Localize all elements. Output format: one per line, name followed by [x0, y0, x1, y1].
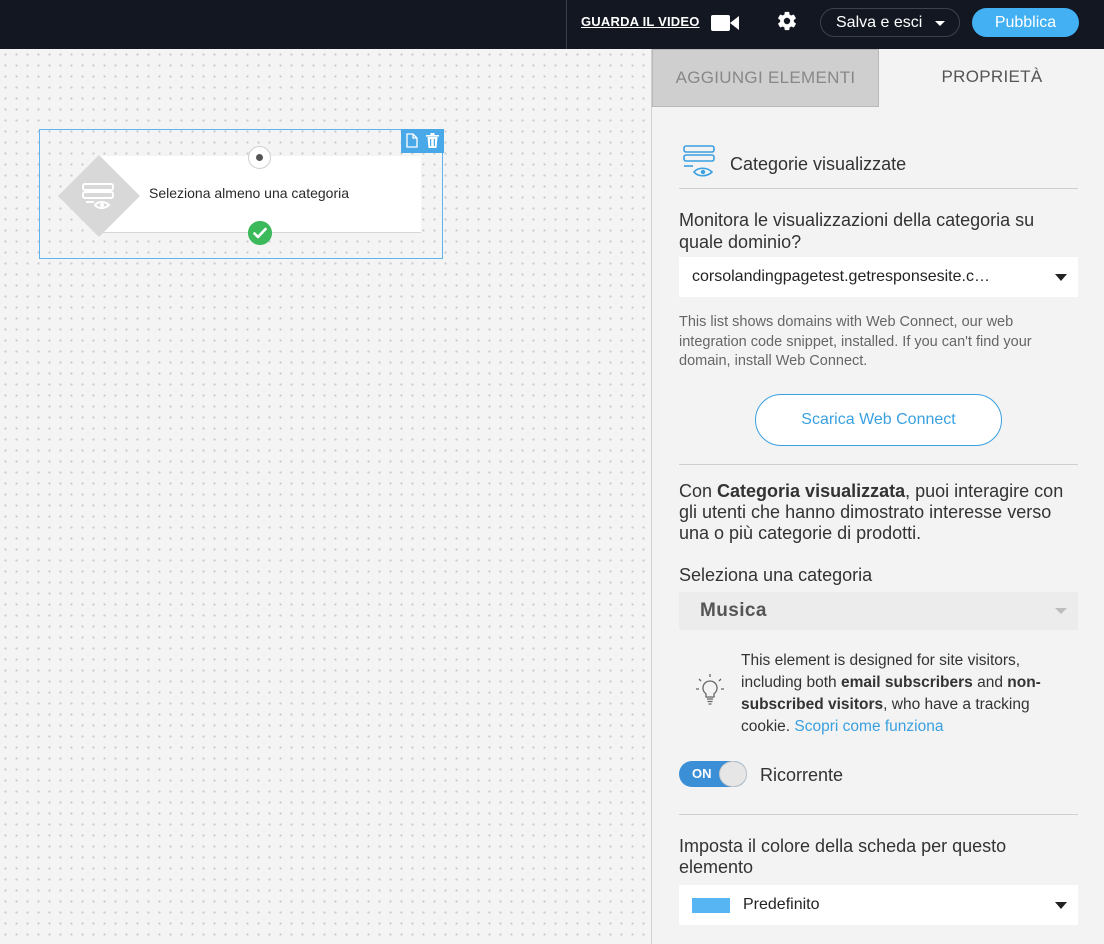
publish-button[interactable]: Pubblica [972, 8, 1079, 37]
check-icon [248, 221, 272, 245]
node-toolbar [401, 129, 444, 153]
category-select[interactable]: Musica [679, 592, 1078, 630]
tab-properties[interactable]: PROPRIETÀ [879, 49, 1104, 107]
toggle-knob [719, 761, 747, 787]
divider [679, 814, 1078, 815]
watch-video-link[interactable]: GUARDA IL VIDEO [581, 14, 700, 29]
top-bar: GUARDA IL VIDEO Salva e esci Pubblica [0, 0, 1104, 49]
recurring-label: Ricorrente [760, 765, 844, 785]
trash-icon[interactable] [426, 133, 439, 148]
divider [679, 464, 1078, 465]
section-title: Categorie visualizzate [730, 154, 907, 174]
download-web-connect-button[interactable]: Scarica Web Connect [755, 394, 1002, 446]
caret-down-icon [1055, 902, 1067, 909]
properties-panel: AGGIUNGI ELEMENTI PROPRIETÀ Categorie vi… [651, 49, 1104, 944]
domain-select-value: corsolandingpagetest.getresponsesite.c… [692, 268, 990, 285]
save-and-exit-button[interactable]: Salva e esci [820, 8, 960, 37]
info-part: and [972, 674, 1008, 691]
caret-down-icon [1055, 274, 1067, 281]
tab-add-elements[interactable]: AGGIUNGI ELEMENTI [652, 49, 879, 107]
tab-color-select[interactable]: Predefinito [679, 885, 1078, 925]
description-bold: Categoria visualizzata [717, 481, 906, 501]
workflow-canvas[interactable]: Seleziona almeno una categoria [0, 49, 651, 944]
recurring-toggle[interactable]: ON [679, 761, 747, 787]
color-label: Imposta il colore della scheda per quest… [679, 836, 1007, 877]
learn-more-link[interactable]: Scopri come funziona [794, 718, 943, 735]
lightbulb-icon [696, 674, 724, 705]
divider [679, 188, 1078, 189]
category-view-icon [82, 183, 114, 209]
color-select-value: Predefinito [743, 896, 820, 913]
gear-icon[interactable] [776, 10, 798, 32]
topbar-divider [566, 0, 567, 49]
category-view-icon [683, 145, 715, 177]
domain-select[interactable]: corsolandingpagetest.getresponsesite.c… [679, 257, 1078, 297]
domain-help-text: This list shows domains with Web Connect… [679, 314, 1032, 369]
element-description: Con Categoria visualizzata, puoi interag… [679, 481, 1084, 544]
info-bold: email subscribers [840, 674, 973, 691]
node-input-connector[interactable] [248, 146, 271, 169]
info-text: This element is designed for site visito… [741, 650, 1061, 738]
category-label: Seleziona una categoria [679, 565, 873, 585]
chevron-down-icon [935, 21, 945, 26]
toggle-state-label: ON [692, 766, 712, 781]
node-label: Seleziona almeno una categoria [149, 185, 350, 201]
save-and-exit-label: Salva e esci [836, 14, 923, 31]
category-select-value: Musica [700, 600, 767, 621]
color-swatch [692, 898, 730, 913]
description-prefix: Con [679, 481, 718, 501]
copy-icon[interactable] [406, 133, 418, 148]
video-camera-icon[interactable] [711, 14, 739, 32]
domain-question: Monitora le visualizzazioni della catego… [679, 210, 1035, 252]
caret-down-icon [1055, 608, 1067, 614]
